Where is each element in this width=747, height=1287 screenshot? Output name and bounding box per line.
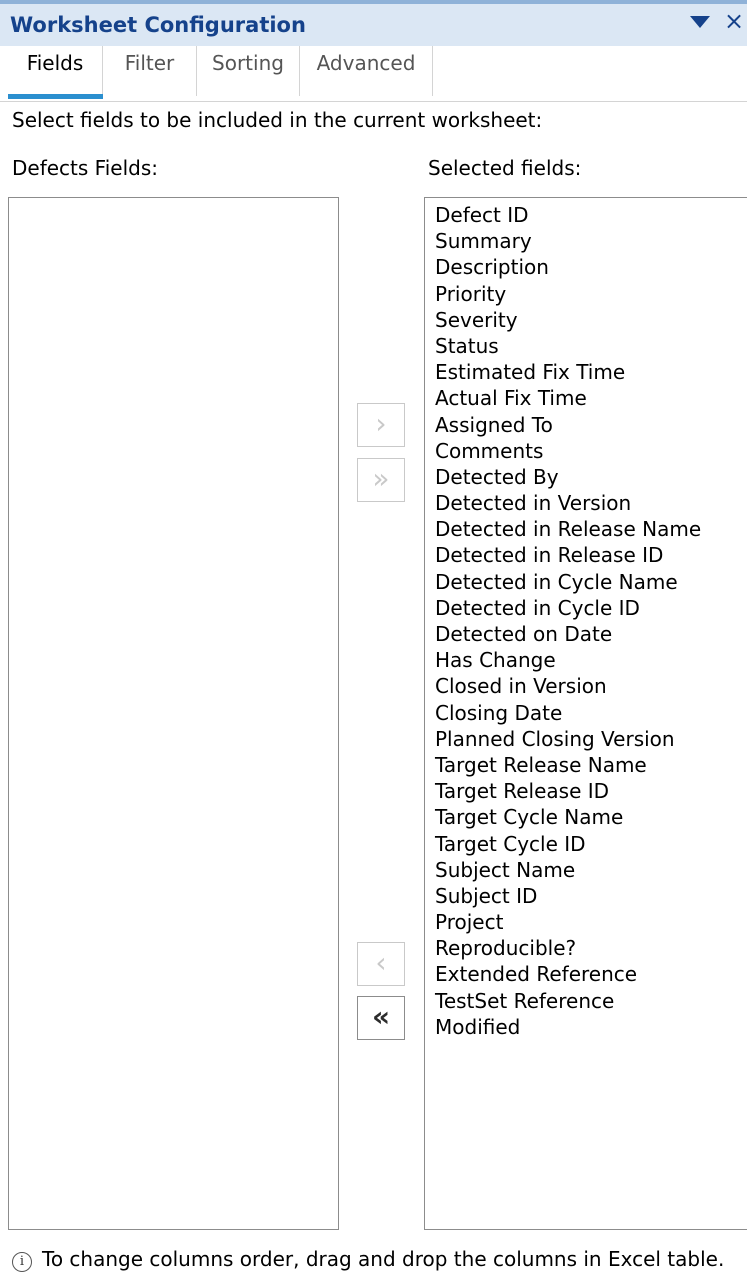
tab-filter[interactable]: Filter — [103, 46, 197, 96]
selected-field-item[interactable]: Detected in Cycle ID — [435, 595, 747, 621]
selected-field-item[interactable]: Severity — [435, 307, 747, 333]
defects-fields-list[interactable] — [8, 197, 339, 1230]
triangle-down-icon[interactable] — [690, 16, 710, 28]
selected-field-item[interactable]: Closing Date — [435, 700, 747, 726]
remove-all-fields-button[interactable]: « — [357, 996, 405, 1040]
selected-field-item[interactable]: Detected in Release ID — [435, 542, 747, 568]
selected-field-item[interactable]: Detected on Date — [435, 621, 747, 647]
title-bar: Worksheet Configuration × — [0, 0, 747, 46]
selected-field-item[interactable]: Assigned To — [435, 412, 747, 438]
worksheet-configuration-panel: Worksheet Configuration × Fields Filter … — [0, 0, 747, 1287]
active-tab-indicator — [8, 94, 103, 99]
selected-field-item[interactable]: Target Release ID — [435, 778, 747, 804]
selected-field-item[interactable]: Subject ID — [435, 883, 747, 909]
selected-field-item[interactable]: Extended Reference — [435, 961, 747, 987]
selected-field-item[interactable]: Actual Fix Time — [435, 385, 747, 411]
selected-field-item[interactable]: Target Cycle Name — [435, 804, 747, 830]
selected-fields-list[interactable]: Defect ID Summary Description Priority Sever… — [424, 197, 747, 1230]
selected-field-item[interactable]: Defect ID — [435, 202, 747, 228]
selected-field-item[interactable]: Project — [435, 909, 747, 935]
selected-field-item[interactable]: Detected By — [435, 464, 747, 490]
add-field-button[interactable]: › — [357, 403, 405, 447]
tab-sorting[interactable]: Sorting — [197, 46, 300, 96]
selected-field-item[interactable]: Target Cycle ID — [435, 831, 747, 857]
selected-field-item[interactable]: Closed in Version — [435, 673, 747, 699]
selected-field-item[interactable]: Priority — [435, 281, 747, 307]
instructions-text: Select fields to be included in the curr… — [12, 108, 543, 132]
selected-field-item[interactable]: Estimated Fix Time — [435, 359, 747, 385]
add-all-fields-button[interactable]: » — [357, 458, 405, 502]
selected-field-item[interactable]: Detected in Version — [435, 490, 747, 516]
selected-field-item[interactable]: Target Release Name — [435, 752, 747, 778]
tab-fields[interactable]: Fields — [8, 46, 103, 96]
selected-field-item[interactable]: Subject Name — [435, 857, 747, 883]
selected-field-item[interactable]: Has Change — [435, 647, 747, 673]
tab-bar: Fields Filter Sorting Advanced — [0, 46, 747, 102]
remove-field-button[interactable]: ‹ — [357, 942, 405, 986]
selected-field-item[interactable]: Detected in Cycle Name — [435, 569, 747, 595]
footer-hint: i To change columns order, drag and drop … — [12, 1247, 724, 1272]
defects-fields-label: Defects Fields: — [12, 156, 158, 180]
info-icon: i — [12, 1252, 32, 1272]
footer-hint-text: To change columns order, drag and drop t… — [42, 1247, 725, 1271]
selected-field-item[interactable]: Description — [435, 254, 747, 280]
selected-field-item[interactable]: Modified — [435, 1014, 747, 1040]
panel-title: Worksheet Configuration — [10, 13, 306, 37]
selected-field-item[interactable]: Detected in Release Name — [435, 516, 747, 542]
tab-advanced[interactable]: Advanced — [300, 46, 433, 96]
selected-field-item[interactable]: Comments — [435, 438, 747, 464]
selected-field-item[interactable]: Reproducible? — [435, 935, 747, 961]
close-icon[interactable]: × — [724, 9, 744, 33]
selected-field-item[interactable]: Status — [435, 333, 747, 359]
selected-fields-label: Selected fields: — [428, 156, 582, 180]
selected-field-item[interactable]: TestSet Reference — [435, 988, 747, 1014]
selected-field-item[interactable]: Summary — [435, 228, 747, 254]
selected-field-item[interactable]: Planned Closing Version — [435, 726, 747, 752]
